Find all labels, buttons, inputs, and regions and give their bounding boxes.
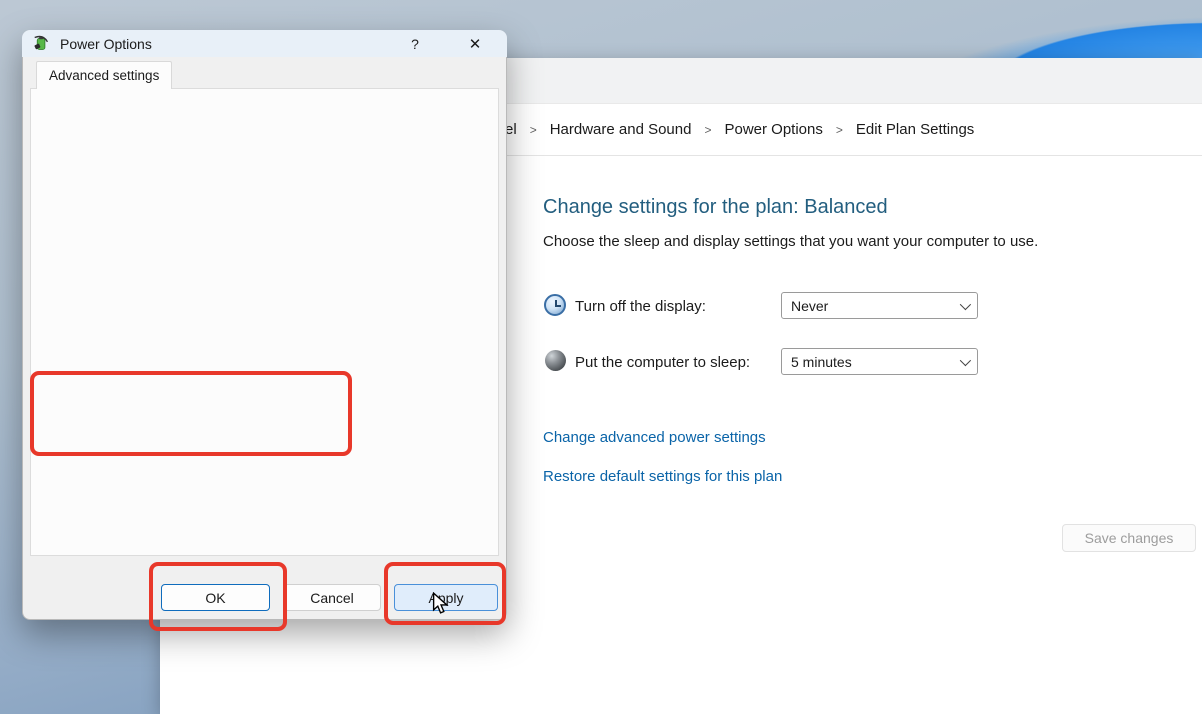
wallpaper-bloom	[900, 0, 1202, 58]
turn-off-display-dropdown[interactable]: Never	[781, 292, 978, 319]
ok-button[interactable]: OK	[161, 584, 270, 611]
display-clock-icon	[544, 294, 566, 316]
breadcrumb-separator-icon: >	[704, 123, 711, 137]
page-title: Change settings for the plan: Balanced	[543, 196, 888, 219]
put-to-sleep-label: Put the computer to sleep:	[575, 354, 750, 371]
sleep-sphere-icon	[545, 350, 567, 372]
page-subtitle: Choose the sleep and display settings th…	[543, 233, 1038, 250]
tab-advanced-settings[interactable]: Advanced settings	[36, 61, 172, 89]
put-to-sleep-dropdown[interactable]: 5 minutes	[781, 348, 978, 375]
power-options-icon	[33, 35, 50, 52]
tab-page	[30, 88, 499, 556]
breadcrumb-separator-icon: >	[530, 123, 537, 137]
breadcrumb-power-options[interactable]: Power Options	[724, 121, 822, 138]
chevron-down-icon	[960, 354, 971, 365]
close-button[interactable]: ✕	[457, 31, 493, 57]
cancel-button[interactable]: Cancel	[283, 584, 381, 611]
breadcrumb-separator-icon: >	[836, 123, 843, 137]
turn-off-display-value: Never	[791, 298, 828, 314]
breadcrumb-hardware-and-sound[interactable]: Hardware and Sound	[550, 121, 692, 138]
mouse-cursor	[430, 592, 450, 614]
breadcrumb: el > Hardware and Sound > Power Options …	[505, 121, 974, 138]
chevron-down-icon	[960, 298, 971, 309]
change-advanced-power-settings-link[interactable]: Change advanced power settings	[543, 429, 766, 446]
dialog-title: Power Options	[60, 36, 152, 52]
turn-off-display-label: Turn off the display:	[575, 298, 706, 315]
desktop: el > Hardware and Sound > Power Options …	[0, 0, 1202, 714]
breadcrumb-edit-plan-settings[interactable]: Edit Plan Settings	[856, 121, 974, 138]
save-changes-button[interactable]: Save changes	[1062, 524, 1196, 552]
dialog-titlebar[interactable]: Power Options	[22, 30, 507, 57]
put-to-sleep-value: 5 minutes	[791, 354, 852, 370]
restore-default-settings-link[interactable]: Restore default settings for this plan	[543, 468, 782, 485]
help-button[interactable]: ?	[397, 31, 433, 57]
